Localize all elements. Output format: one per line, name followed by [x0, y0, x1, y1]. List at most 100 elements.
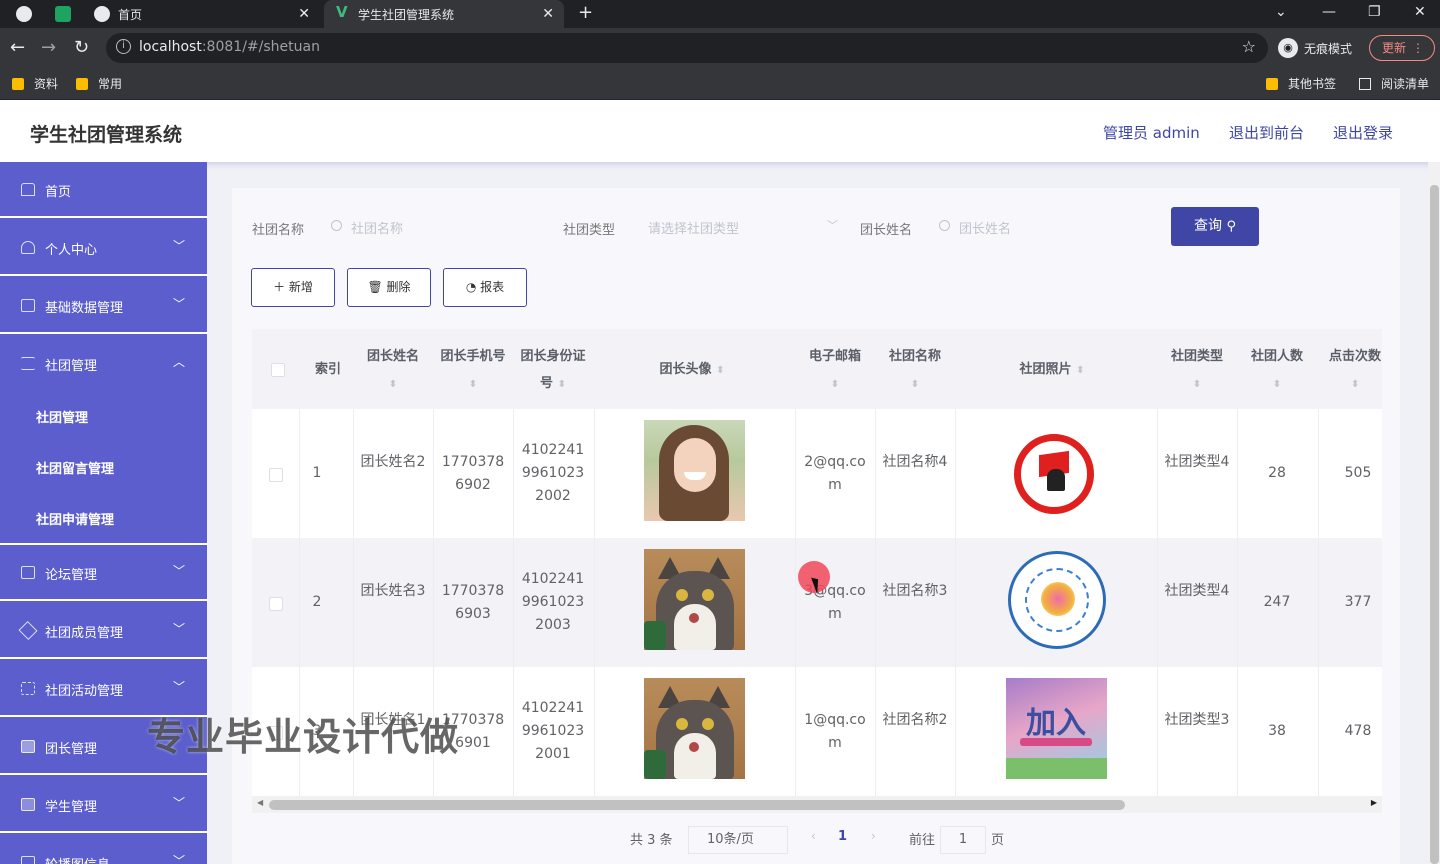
scrollbar-thumb[interactable]	[269, 800, 1125, 810]
sort-icon: ⬍	[716, 365, 725, 376]
sidebar-item-students[interactable]: 学生管理 ﹀	[0, 777, 207, 833]
tab-title: 学生社团管理系统	[358, 7, 455, 22]
cell-clicks: 377	[1344, 594, 1372, 610]
club-photo-image[interactable]	[1014, 434, 1094, 514]
forward-icon[interactable]: →	[41, 37, 56, 58]
row-checkbox[interactable]	[269, 468, 283, 482]
submenu-club-apply[interactable]: 社团申请管理	[0, 493, 207, 544]
table-horizontal-scrollbar[interactable]: ◀ ▶	[252, 796, 1382, 813]
bookmark-star-icon[interactable]: ☆	[1242, 37, 1256, 56]
club-photo-image[interactable]: 加入	[1006, 678, 1107, 779]
th-email[interactable]: 电子邮箱 ⬍	[800, 343, 870, 398]
logout-link[interactable]: 退出登录	[1333, 122, 1393, 143]
submenu-club-message[interactable]: 社团留言管理	[0, 442, 207, 493]
grid-line	[1157, 409, 1158, 796]
club-name-input[interactable]: 社团名称	[331, 211, 531, 243]
extension-icon[interactable]	[55, 6, 71, 22]
leader-avatar-image[interactable]	[644, 549, 745, 650]
sidebar-item-members[interactable]: 社团成员管理 ﹀	[0, 603, 207, 659]
submenu-club-manage[interactable]: 社团管理	[0, 391, 207, 442]
cell-index: 2	[312, 594, 322, 610]
th-leader-avatar[interactable]: 团长头像 ⬍	[632, 356, 752, 384]
bookmark-item[interactable]: 常用	[76, 75, 122, 92]
goto-page-input[interactable]: 1	[940, 826, 986, 854]
close-icon[interactable]: ✕	[298, 6, 310, 22]
sort-icon: ⬍	[910, 379, 920, 390]
minimize-icon[interactable]: —	[1322, 4, 1336, 20]
select-all-checkbox[interactable]	[271, 363, 285, 377]
sort-icon: ⬍	[1192, 379, 1202, 390]
query-button[interactable]: 查询 ⚲	[1171, 207, 1259, 246]
th-clicks[interactable]: 点击次数 ⬍	[1323, 343, 1382, 398]
tab-search-icon[interactable]: ⌄	[1275, 4, 1287, 20]
th-club-photo[interactable]: 社团照片 ⬍	[992, 356, 1112, 384]
grid-icon	[21, 798, 35, 811]
app-header: 学生社团管理系统 管理员 admin 退出到前台 退出登录	[0, 100, 1440, 162]
exit-to-frontend-link[interactable]: 退出到前台	[1229, 122, 1304, 143]
th-club-type[interactable]: 社团类型 ⬍	[1162, 343, 1232, 398]
restore-icon[interactable]: ❐	[1368, 4, 1381, 20]
page-number-current[interactable]: 1	[838, 829, 847, 844]
sidebar-item-base-data[interactable]: 基础数据管理 ﹀	[0, 278, 207, 334]
bookmark-item[interactable]: 其他书签	[1266, 75, 1336, 92]
th-members[interactable]: 社团人数 ⬍	[1242, 343, 1312, 398]
close-icon[interactable]: ✕	[542, 6, 554, 22]
reading-list[interactable]: 阅读清单	[1359, 75, 1429, 92]
sidebar-item-home[interactable]: 首页	[0, 162, 207, 218]
row-checkbox[interactable]	[269, 597, 283, 611]
report-button[interactable]: ◔ 报表	[443, 268, 527, 307]
sidebar-item-profile[interactable]: 个人中心 ﹀	[0, 220, 207, 276]
sidebar-item-club[interactable]: 社团管理 ︿	[0, 336, 207, 392]
club-type-select[interactable]: 请选择社团类型 ﹀	[628, 211, 838, 243]
plus-icon: ＋	[273, 280, 286, 294]
reload-icon[interactable]: ↻	[74, 37, 89, 58]
page-scrollbar-thumb[interactable]	[1430, 185, 1439, 864]
next-page-icon[interactable]: ›	[871, 829, 876, 843]
add-button[interactable]: ＋ 新增	[251, 268, 335, 307]
table-header: 索引 团长姓名 ⬍ 团长手机号 ⬍ 团长身份证号 ⬍ 团长头像 ⬍ 电子邮箱 ⬍ 社…	[252, 329, 1382, 409]
home-icon	[21, 183, 35, 196]
cell-members: 247	[1263, 594, 1291, 610]
bookmark-item[interactable]: 资料	[12, 75, 58, 92]
tab-title: 首页	[118, 7, 143, 22]
th-club-name[interactable]: 社团名称 ⬍	[880, 343, 950, 398]
leader-name-input[interactable]: 团长姓名	[939, 211, 1139, 243]
club-photo-image[interactable]	[1008, 551, 1106, 649]
tab-home[interactable]: 首页 ✕	[84, 0, 320, 28]
th-leader-name[interactable]: 团长姓名 ⬍	[358, 343, 428, 398]
close-window-icon[interactable]: ✕	[1414, 4, 1426, 20]
admin-user-link[interactable]: 管理员 admin	[1103, 122, 1200, 143]
scroll-left-icon[interactable]: ◀	[257, 798, 263, 807]
scroll-right-icon[interactable]: ▶	[1371, 798, 1377, 807]
browser-icon[interactable]	[16, 6, 32, 22]
cell-clicks: 505	[1344, 465, 1372, 481]
grid-line	[1318, 409, 1319, 796]
leader-avatar-image[interactable]	[644, 420, 745, 521]
url-text: localhost:8081/#/shetuan	[139, 39, 320, 55]
tab-app[interactable]: V 学生社团管理系统 ✕	[324, 0, 564, 28]
user-icon	[21, 241, 35, 254]
new-tab-icon[interactable]: +	[578, 2, 593, 23]
sidebar-item-carousel[interactable]: 轮播图信息 ﹀	[0, 835, 207, 864]
leader-avatar-image[interactable]	[644, 678, 745, 779]
page-size-select[interactable]: 10条/页	[688, 826, 788, 854]
grid-line	[795, 409, 796, 796]
update-button[interactable]: 更新 ⋮	[1369, 35, 1435, 61]
th-leader-id[interactable]: 团长身份证号 ⬍	[518, 343, 588, 398]
th-leader-phone[interactable]: 团长手机号 ⬍	[438, 343, 508, 398]
prev-page-icon[interactable]: ‹	[811, 829, 816, 843]
table-row[interactable]: 2 团长姓名3 17703786903 410224199610232003 3…	[252, 538, 1382, 667]
sort-icon: ⬍	[557, 379, 566, 390]
table-row[interactable]: 1 团长姓名2 17703786902 410224199610232002 2…	[252, 409, 1382, 538]
incognito-indicator[interactable]: ◉ 无痕模式	[1278, 37, 1352, 59]
url-input[interactable]: i localhost:8081/#/shetuan ☆	[106, 33, 1268, 63]
info-icon[interactable]: i	[116, 39, 131, 54]
page-title: 学生社团管理系统	[30, 124, 183, 146]
sidebar-item-forum[interactable]: 论坛管理 ﹀	[0, 545, 207, 601]
delete-button[interactable]: 🗑 删除	[347, 268, 431, 307]
goto-label: 前往	[909, 833, 936, 848]
reading-list-icon	[1359, 77, 1371, 90]
back-icon[interactable]: ←	[10, 37, 25, 58]
cell-leader-name: 团长姓名2	[360, 454, 426, 470]
cell-club-type: 社团类型4	[1164, 583, 1230, 599]
